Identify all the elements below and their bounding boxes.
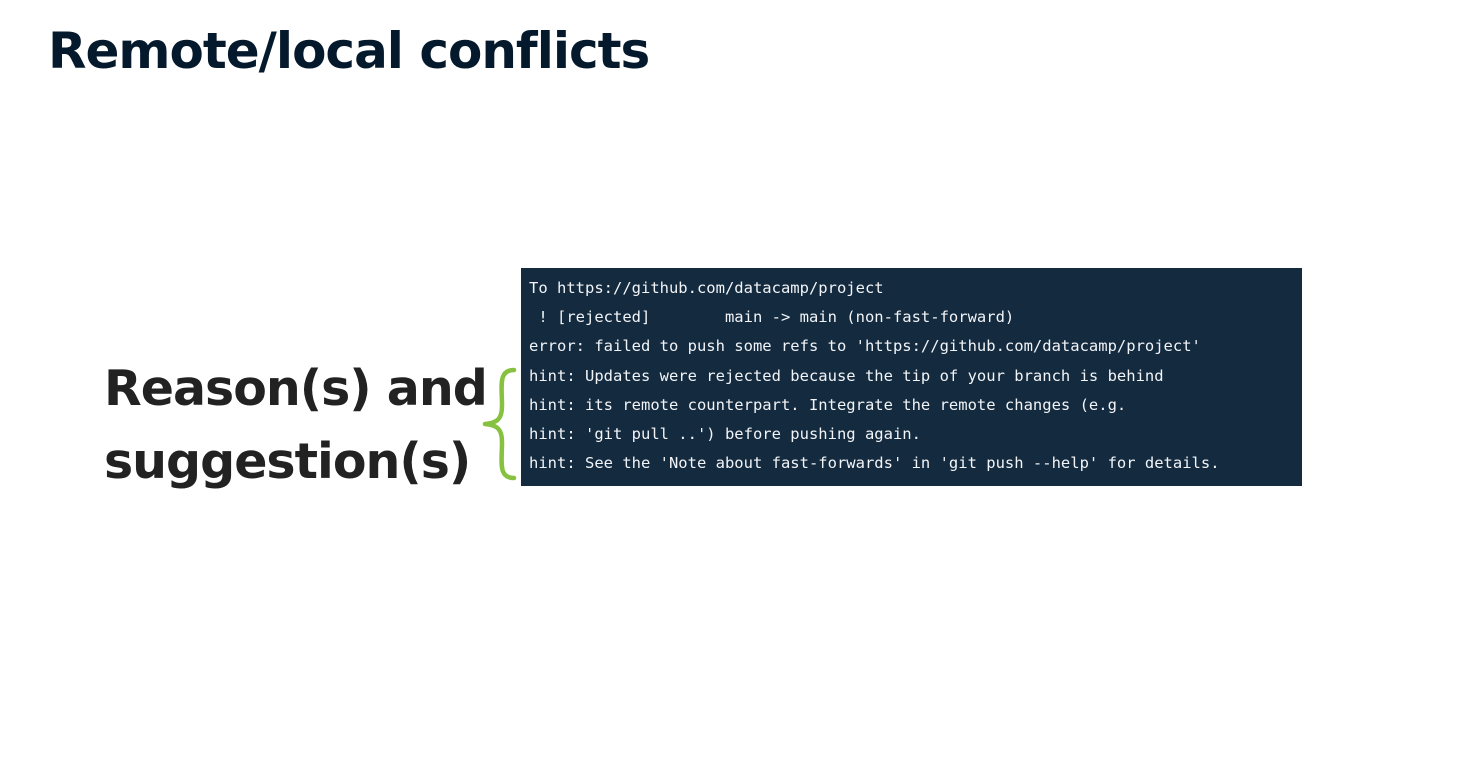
terminal-line: To https://github.com/datacamp/project xyxy=(529,279,884,297)
terminal-line: hint: its remote counterpart. Integrate … xyxy=(529,395,1127,414)
callout-label-line-1: Reason(s) and xyxy=(104,360,488,417)
callout-label: Reason(s) and suggestion(s) xyxy=(104,352,488,498)
terminal-line: hint: Updates were rejected because the … xyxy=(529,366,1164,385)
slide: Remote/local conflicts Reason(s) and sug… xyxy=(0,0,1480,760)
slide-title: Remote/local conflicts xyxy=(48,22,650,80)
terminal-line: hint: See the 'Note about fast-forwards'… xyxy=(529,454,1220,473)
terminal-line: error: failed to push some refs to 'http… xyxy=(529,337,1201,356)
terminal-line: ! [rejected] main -> main (non-fast-forw… xyxy=(529,308,1015,327)
terminal-line: hint: 'git pull ..') before pushing agai… xyxy=(529,425,921,444)
callout-label-line-2: suggestion(s) xyxy=(104,433,471,490)
curly-brace-icon xyxy=(482,367,517,481)
terminal-output: To https://github.com/datacamp/project !… xyxy=(521,268,1302,486)
